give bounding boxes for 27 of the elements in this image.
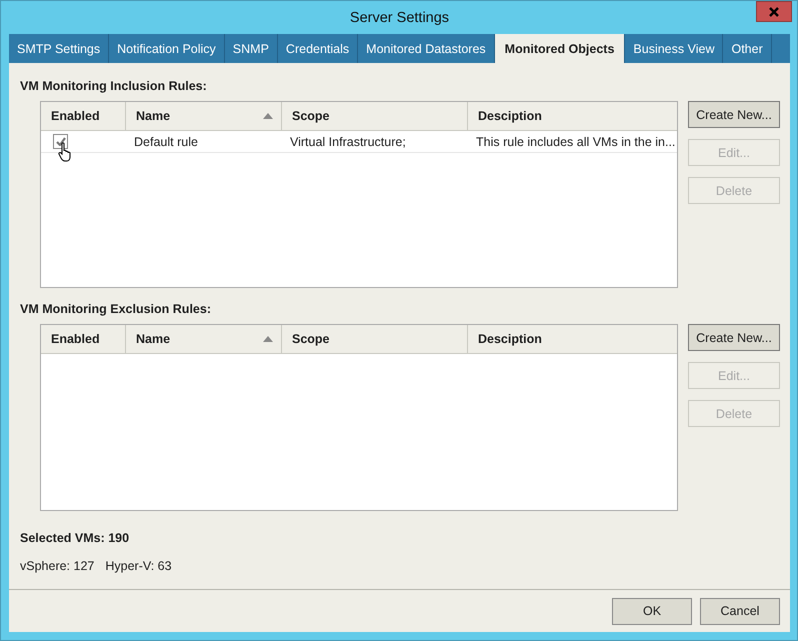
column-header[interactable]: Name [126,325,282,353]
table-cell-text: Virtual Infrastructure; [289,134,407,150]
action-button[interactable]: Create New... [688,324,780,351]
action-button[interactable]: Create New... [688,101,780,128]
close-icon [768,6,780,18]
dialog-button[interactable]: OK [612,598,692,624]
column-header[interactable]: Name [126,102,282,130]
vm-count: vSphere: 127 [20,559,94,573]
table-cell-text: This rule includes all VMs in the in... [475,134,676,150]
sort-arrow-icon [263,336,273,342]
tab[interactable]: Monitored Objects [494,34,626,63]
sort-arrow-icon [263,113,273,119]
column-header[interactable]: Enabled [41,102,126,130]
dialog-button[interactable]: Cancel [700,598,780,624]
close-button[interactable] [756,1,792,22]
selected-count: Selected VMs: 190 [20,531,130,545]
window-title: Server Settings [350,10,450,26]
table-cell-text: Default rule [133,134,199,150]
section-title: VM Monitoring Exclusion Rules: [20,302,212,318]
column-header[interactable]: Scope [282,325,468,353]
column-header[interactable]: Enabled [41,325,126,353]
section-title: VM Monitoring Inclusion Rules: [20,79,208,95]
vm-count: Hyper-V: 63 [105,559,172,573]
column-header[interactable]: Scope [282,102,468,130]
checkbox[interactable] [53,134,68,149]
column-header[interactable]: Desciption [468,325,677,353]
column-header[interactable]: Desciption [468,102,677,130]
